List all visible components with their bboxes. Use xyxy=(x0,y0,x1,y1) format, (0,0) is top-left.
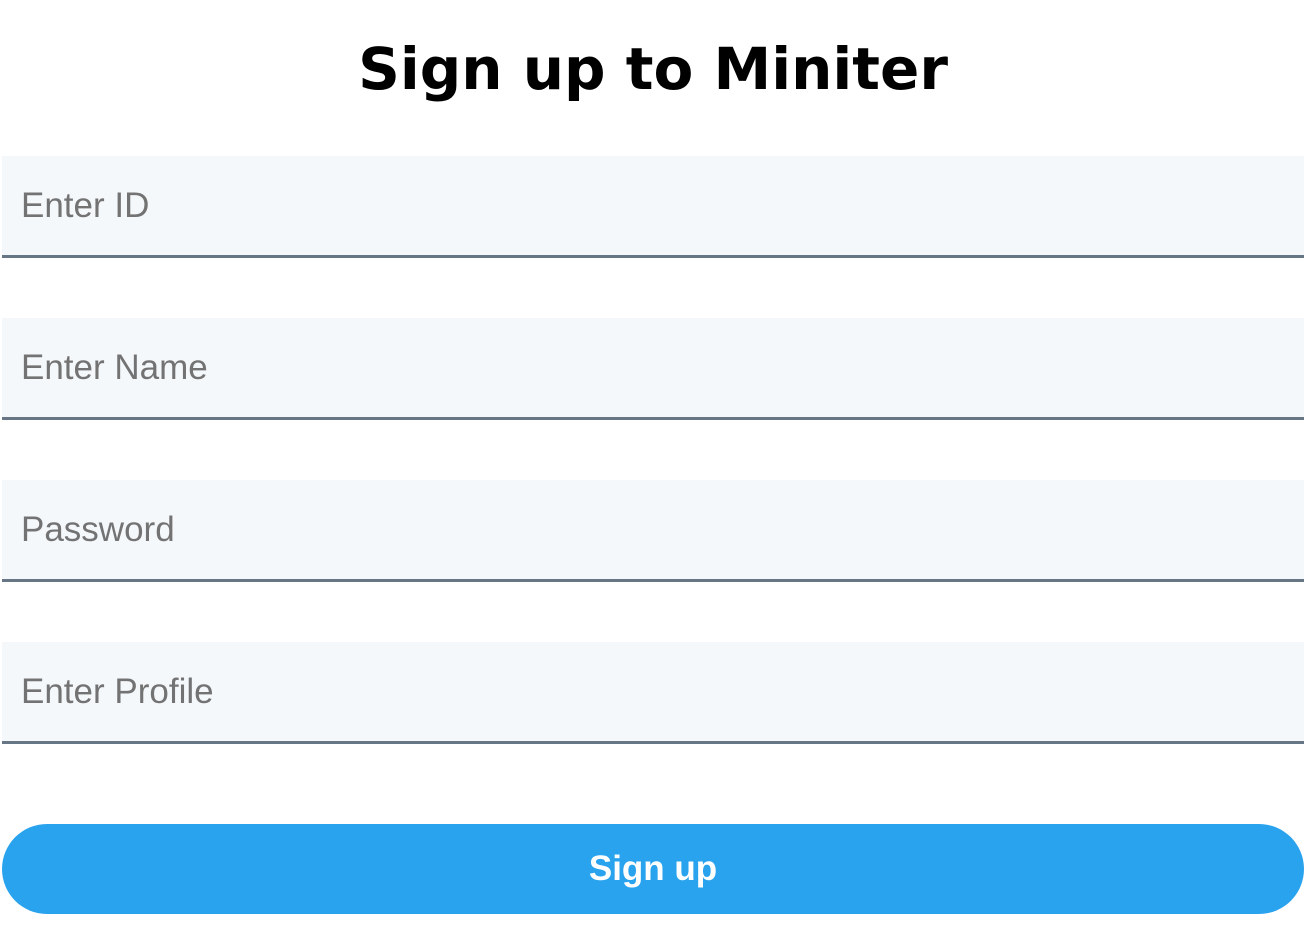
name-field-container xyxy=(2,318,1304,420)
id-field-container xyxy=(2,156,1304,258)
password-input[interactable] xyxy=(2,480,1304,579)
id-input[interactable] xyxy=(2,156,1304,255)
sign-up-button[interactable]: Sign up xyxy=(2,824,1304,914)
password-field-container xyxy=(2,480,1304,582)
profile-input[interactable] xyxy=(2,642,1304,741)
profile-field-container xyxy=(2,642,1304,744)
page-title: Sign up to Miniter xyxy=(358,35,948,103)
name-input[interactable] xyxy=(2,318,1304,417)
